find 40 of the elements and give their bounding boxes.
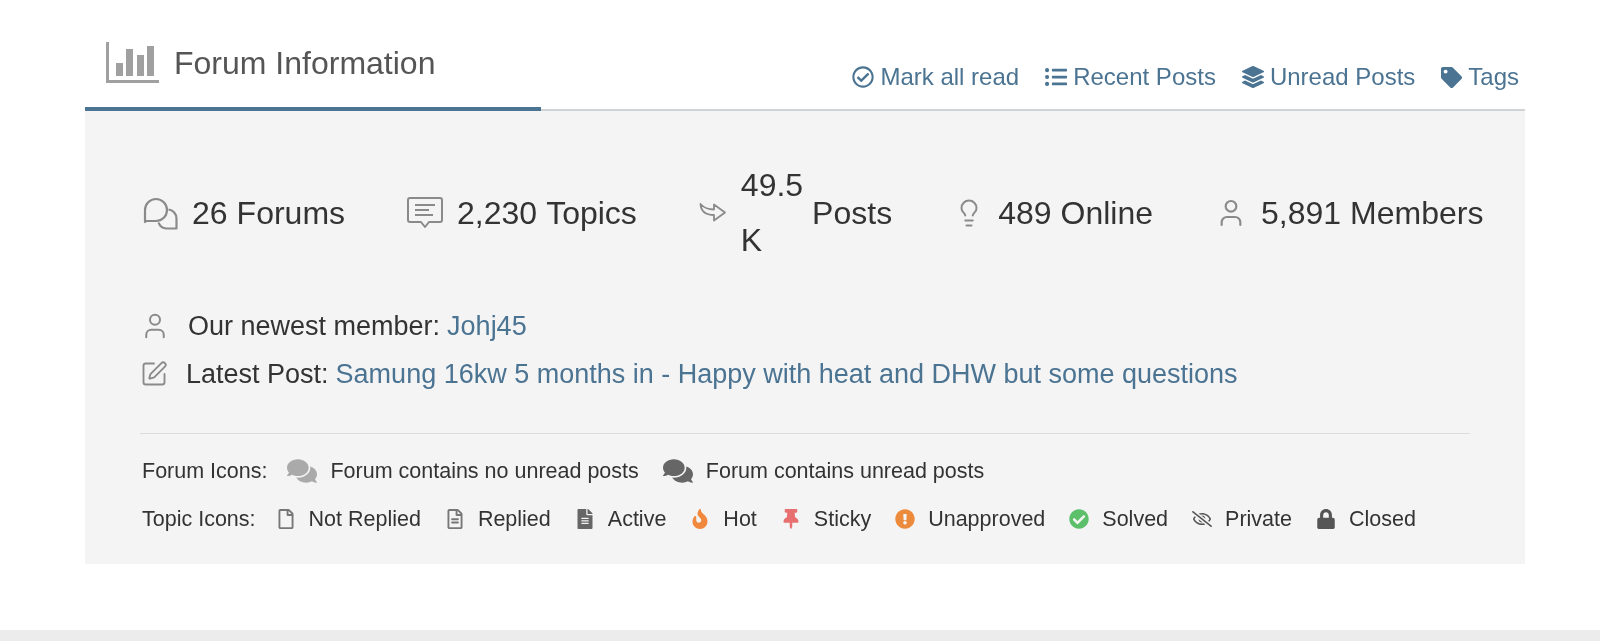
stat-value: 49.5 K bbox=[740, 166, 804, 260]
toolbar-link[interactable]: Recent Posts bbox=[1045, 63, 1216, 91]
legend-text: Replied bbox=[477, 506, 551, 533]
post-link[interactable]: Samung 16kw 5 months in - Happy with heat and DHW but some questions bbox=[335, 350, 1238, 398]
tag-icon bbox=[1441, 66, 1463, 88]
stat-label: Posts bbox=[812, 193, 893, 233]
legend-text: Closed bbox=[1349, 506, 1416, 533]
legend-text: Solved bbox=[1102, 506, 1169, 533]
stat-value: 26 bbox=[192, 193, 228, 233]
toolbar-link[interactable]: Tags bbox=[1441, 63, 1519, 91]
legend-text: Forum contains unread posts bbox=[705, 458, 985, 485]
member-link[interactable]: Johj45 bbox=[447, 302, 527, 350]
bar-chart-icon bbox=[106, 42, 159, 83]
legend-label: Topic Icons: bbox=[142, 506, 256, 533]
legend-text: Active bbox=[607, 506, 667, 533]
section-title: Forum Information bbox=[174, 43, 436, 82]
legend-text: Hot bbox=[723, 506, 757, 533]
stat-value: 489 bbox=[998, 193, 1052, 233]
legend-label: Forum Icons: bbox=[142, 458, 268, 485]
stat-label: Online bbox=[1060, 193, 1154, 233]
legend-text: Not Replied bbox=[308, 506, 421, 533]
legend-text: Forum contains no unread posts bbox=[330, 458, 639, 485]
stat-value: 5,891 bbox=[1261, 193, 1342, 233]
share-arrow-icon bbox=[698, 202, 727, 224]
layers-icon bbox=[1241, 66, 1264, 88]
stat-label: Forums bbox=[236, 193, 346, 233]
pen-square-icon bbox=[140, 360, 168, 388]
info-label: Latest Post: bbox=[186, 358, 329, 391]
stat-label: Topics bbox=[546, 193, 637, 233]
info-label: Our newest member: bbox=[188, 310, 441, 343]
toolbar-link[interactable]: Mark all read bbox=[852, 63, 1020, 91]
toolbar-link[interactable]: Unread Posts bbox=[1241, 63, 1416, 91]
stat-label: Members bbox=[1350, 193, 1484, 233]
legend-text: Private bbox=[1225, 506, 1292, 533]
message-lines-icon bbox=[407, 196, 444, 230]
legend-text: Sticky bbox=[813, 506, 872, 533]
legend-text: Unapproved bbox=[928, 506, 1046, 533]
list-icon bbox=[1045, 66, 1068, 88]
stat-value: 2,230 bbox=[457, 193, 538, 233]
speech-bubbles-icon bbox=[142, 196, 178, 230]
